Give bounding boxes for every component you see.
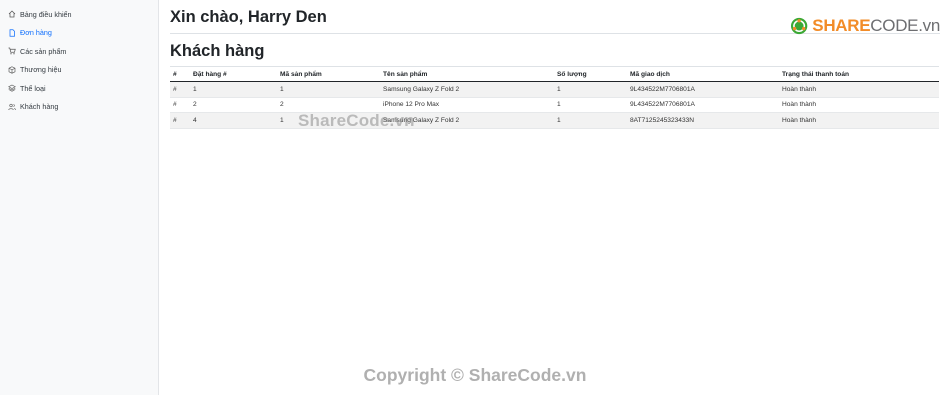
sidebar-item-label: Thể loại — [20, 83, 46, 93]
table-cell: 4 — [190, 112, 277, 129]
table-cell: # — [170, 81, 190, 98]
sidebar-item-customers[interactable]: Khách hàng — [0, 98, 158, 117]
table-cell: Samsung Galaxy Z Fold 2 — [380, 81, 554, 98]
table-cell: Hoàn thành — [779, 112, 939, 129]
table-cell: Samsung Galaxy Z Fold 2 — [380, 112, 554, 129]
table-cell: Hoàn thành — [779, 97, 939, 113]
table-cell: 1 — [554, 97, 627, 113]
sharecode-logo: SHARECODE.vn — [790, 11, 940, 41]
file-icon — [7, 28, 16, 37]
sidebar-item-dashboard[interactable]: Bảng điều khiển — [0, 5, 158, 24]
logo-text-code: CODE.vn — [870, 16, 940, 35]
sidebar-item-brands[interactable]: Thương hiệu — [0, 61, 158, 80]
logo-mark-icon — [790, 17, 808, 35]
sidebar-item-orders[interactable]: Đơn hàng — [0, 24, 158, 43]
sidebar-item-label: Khách hàng — [20, 102, 59, 112]
orders-table: # Đặt hàng # Mã sản phẩm Tên sản phẩm Số… — [170, 66, 939, 129]
section-title: Khách hàng — [170, 42, 265, 60]
sidebar-item-label: Bảng điều khiển — [20, 9, 72, 19]
table-cell: 2 — [190, 97, 277, 113]
box-icon — [7, 65, 16, 74]
main-content: Xin chào, Harry Den Khách hàng # Đặt hàn… — [170, 0, 940, 395]
greeting-heading: Xin chào, Harry Den — [170, 8, 327, 26]
layers-icon — [7, 84, 16, 93]
table-cell: 1 — [554, 81, 627, 98]
table-cell: iPhone 12 Pro Max — [380, 97, 554, 113]
sidebar-item-label: Thương hiệu — [20, 65, 62, 75]
cart-icon — [7, 47, 16, 56]
sidebar-item-categories[interactable]: Thể loại — [0, 79, 158, 98]
table-cell: 1 — [190, 81, 277, 98]
column-header: Đặt hàng # — [190, 66, 277, 82]
logo-text-share: SHARE — [812, 16, 871, 35]
sidebar-item-label: Đơn hàng — [20, 28, 52, 38]
column-header: Số lượng — [554, 66, 627, 82]
table-row: # 4 1 Samsung Galaxy Z Fold 2 1 8AT71252… — [170, 112, 939, 129]
table-cell: 1 — [277, 81, 380, 98]
table-row: # 2 2 iPhone 12 Pro Max 1 9L434522M77068… — [170, 97, 939, 113]
table-cell: 8AT7125245323433N — [627, 112, 779, 129]
column-header: Tên sản phẩm — [380, 66, 554, 82]
sidebar-item-label: Các sản phẩm — [20, 46, 67, 56]
table-cell: 1 — [554, 112, 627, 129]
table-row: # 1 1 Samsung Galaxy Z Fold 2 1 9L434522… — [170, 81, 939, 98]
sidebar-item-products[interactable]: Các sản phẩm — [0, 42, 158, 61]
column-header: Mã giao dịch — [627, 66, 779, 82]
users-icon — [7, 102, 16, 111]
table-header-row: # Đặt hàng # Mã sản phẩm Tên sản phẩm Số… — [170, 66, 939, 82]
column-header: # — [170, 66, 190, 82]
table-cell: 9L434522M7706801A — [627, 81, 779, 98]
column-header: Mã sản phẩm — [277, 66, 380, 82]
logo-text: SHARECODE.vn — [812, 16, 940, 36]
table-cell: # — [170, 112, 190, 129]
table-cell: Hoàn thành — [779, 81, 939, 98]
sidebar: Bảng điều khiển Đơn hàng Các sản phẩm Th… — [0, 0, 159, 395]
table-cell: 1 — [277, 112, 380, 129]
home-icon — [7, 10, 16, 19]
column-header: Trạng thái thanh toán — [779, 66, 939, 82]
table-cell: # — [170, 97, 190, 113]
table-cell: 2 — [277, 97, 380, 113]
table-cell: 9L434522M7706801A — [627, 97, 779, 113]
